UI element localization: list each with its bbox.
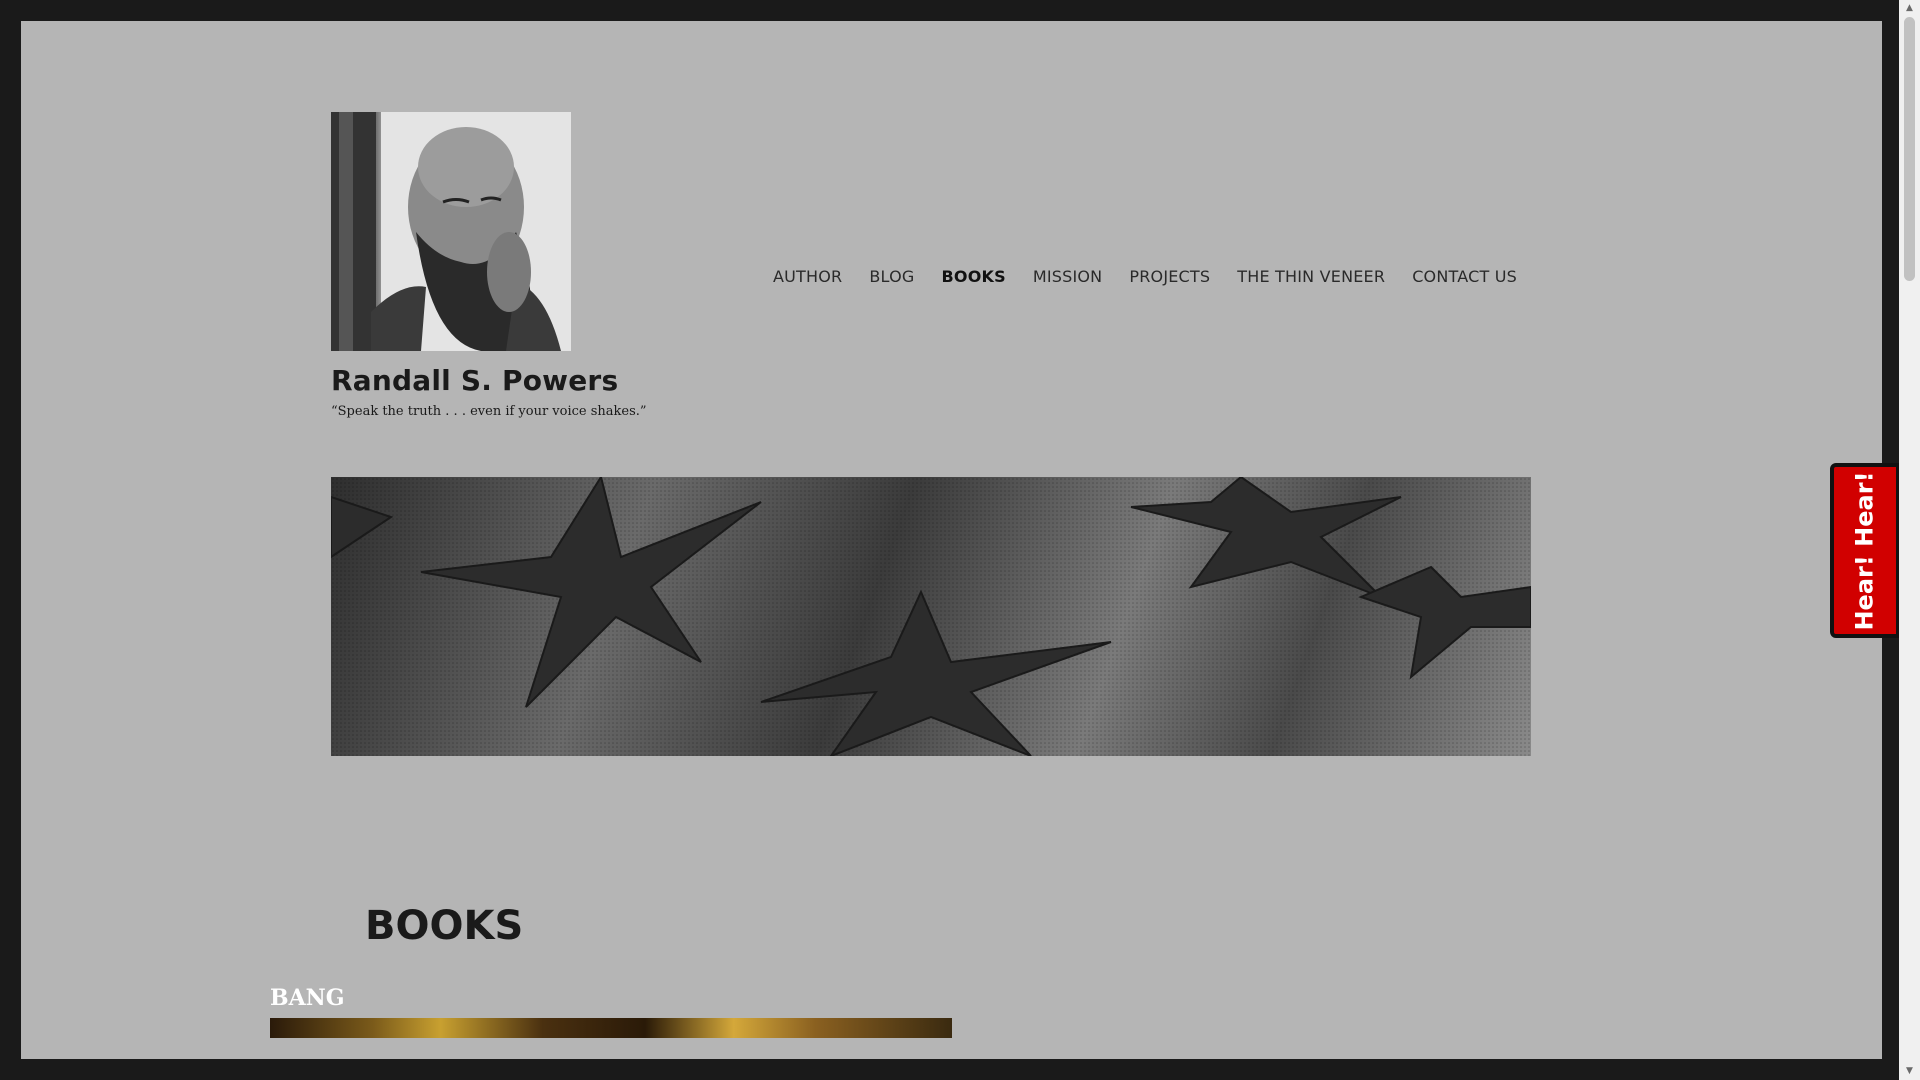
page-scrollbar[interactable]: ▲ ▼ bbox=[1899, 0, 1920, 1080]
header-banner-image bbox=[331, 477, 1531, 756]
author-avatar[interactable] bbox=[331, 112, 571, 351]
hear-hear-label: Hear! Hear! bbox=[1851, 470, 1880, 631]
page-heading: BOOKS bbox=[365, 903, 524, 949]
bottom-frame bbox=[0, 1059, 1899, 1080]
main-nav: AUTHOR BLOG BOOKS MISSION PROJECTS THE T… bbox=[773, 267, 1517, 286]
nav-item-projects[interactable]: PROJECTS bbox=[1129, 267, 1210, 286]
nav-item-mission[interactable]: MISSION bbox=[1033, 267, 1103, 286]
nav-item-contact-us[interactable]: CONTACT US bbox=[1412, 267, 1517, 286]
site-title[interactable]: Randall S. Powers bbox=[331, 364, 618, 397]
hear-hear-widget-button[interactable]: Hear! Hear! bbox=[1830, 463, 1900, 638]
nav-item-author[interactable]: AUTHOR bbox=[773, 267, 842, 286]
nav-item-blog[interactable]: BLOG bbox=[869, 267, 914, 286]
scroll-up-arrow-icon[interactable]: ▲ bbox=[1899, 0, 1920, 17]
site-tagline: “Speak the truth . . . even if your voic… bbox=[331, 404, 647, 419]
scrollbar-thumb[interactable] bbox=[1904, 17, 1915, 281]
book-cover-image[interactable] bbox=[270, 1018, 952, 1038]
book-title[interactable]: BANG bbox=[270, 985, 345, 1011]
nav-item-the-thin-veneer[interactable]: THE THIN VENEER bbox=[1237, 267, 1385, 286]
scroll-down-arrow-icon[interactable]: ▼ bbox=[1899, 1063, 1920, 1080]
nav-item-books[interactable]: BOOKS bbox=[942, 267, 1006, 286]
